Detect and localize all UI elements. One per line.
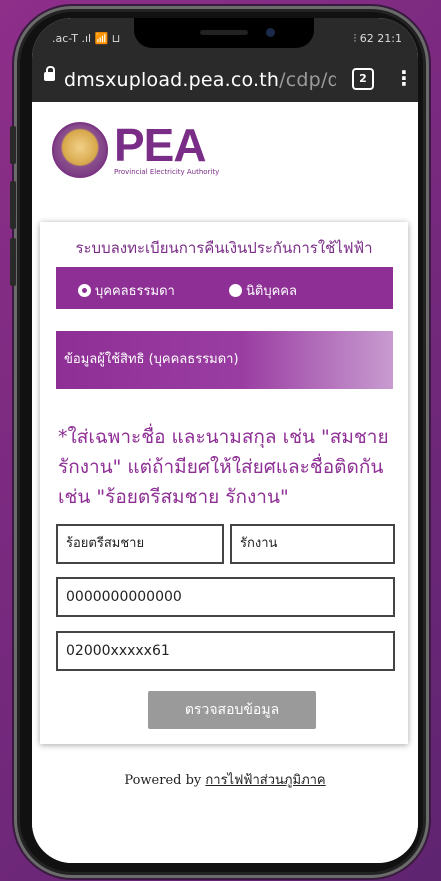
form-title: ระบบลงทะเบียนการคืนเงินประกันการใช้ไฟฟ้า xyxy=(75,239,373,257)
web-page: PEA Provincial Electricity Authority ระบ… xyxy=(32,102,418,863)
account-number-field[interactable]: 02000xxxxx61 xyxy=(56,631,395,671)
status-left: .ac-T .ıl 📶 ⊔ xyxy=(52,32,121,45)
radio-selected-icon xyxy=(78,284,91,297)
kebab-menu-icon[interactable]: ⋮ xyxy=(394,68,414,88)
radio-juristic-label: นิติบุคคล xyxy=(246,284,297,299)
phone-side-button xyxy=(10,126,16,164)
pea-seal-icon xyxy=(52,122,108,178)
speaker xyxy=(200,30,248,35)
id-number-field[interactable]: 0000000000000 xyxy=(56,577,395,617)
person-type-selector: บุคคลธรรมดา นิติบุคคล xyxy=(56,267,393,309)
radio-person[interactable]: บุคคลธรรมดา xyxy=(78,280,175,301)
phone-volume-up xyxy=(10,181,16,229)
status-right: ⫶ 62 21:1 xyxy=(353,32,402,45)
section-header: ข้อมูลผู้ใช้สิทธิ (บุคคลธรรมดา) xyxy=(56,331,393,389)
registration-card: ระบบลงทะเบียนการคืนเงินประกันการใช้ไฟฟ้า… xyxy=(40,222,408,744)
url-host: dmsxupload.pea.co.th xyxy=(64,69,280,91)
url-path: /cdp/defau xyxy=(279,69,336,91)
first-name-field[interactable]: ร้อยตรีสมชาย xyxy=(56,524,224,564)
logo-wordmark: PEA xyxy=(114,119,207,171)
footer: Powered by การไฟฟ้าส่วนภูมิภาค xyxy=(32,769,418,790)
phone-screen: .ac-T .ıl 📶 ⊔ ⫶ 62 21:1 dmsxupload.pea.c… xyxy=(32,18,418,863)
verify-button[interactable]: ตรวจสอบข้อมูล xyxy=(148,691,316,729)
name-instruction-note: *ใส่เฉพาะชื่อ และนามสกุล เช่น "สมชาย รัก… xyxy=(58,426,389,508)
powered-by-text: Powered by xyxy=(124,773,202,788)
url-text[interactable]: dmsxupload.pea.co.th/cdp/defau xyxy=(64,69,336,91)
last-name-field[interactable]: รักงาน xyxy=(230,524,395,564)
phone-volume-down xyxy=(10,238,16,286)
pea-link[interactable]: การไฟฟ้าส่วนภูมิภาค xyxy=(205,773,325,788)
browser-url-bar[interactable]: dmsxupload.pea.co.th/cdp/defau 2 ⋮ xyxy=(32,58,418,102)
lock-icon xyxy=(44,66,55,81)
radio-juristic[interactable]: นิติบุคคล xyxy=(229,280,297,301)
notch xyxy=(134,18,314,48)
tab-count-button[interactable]: 2 xyxy=(352,68,374,90)
radio-unselected-icon xyxy=(229,284,242,297)
radio-person-label: บุคคลธรรมดา xyxy=(95,284,175,299)
logo-tagline: Provincial Electricity Authority xyxy=(114,168,220,176)
front-camera xyxy=(266,28,275,37)
